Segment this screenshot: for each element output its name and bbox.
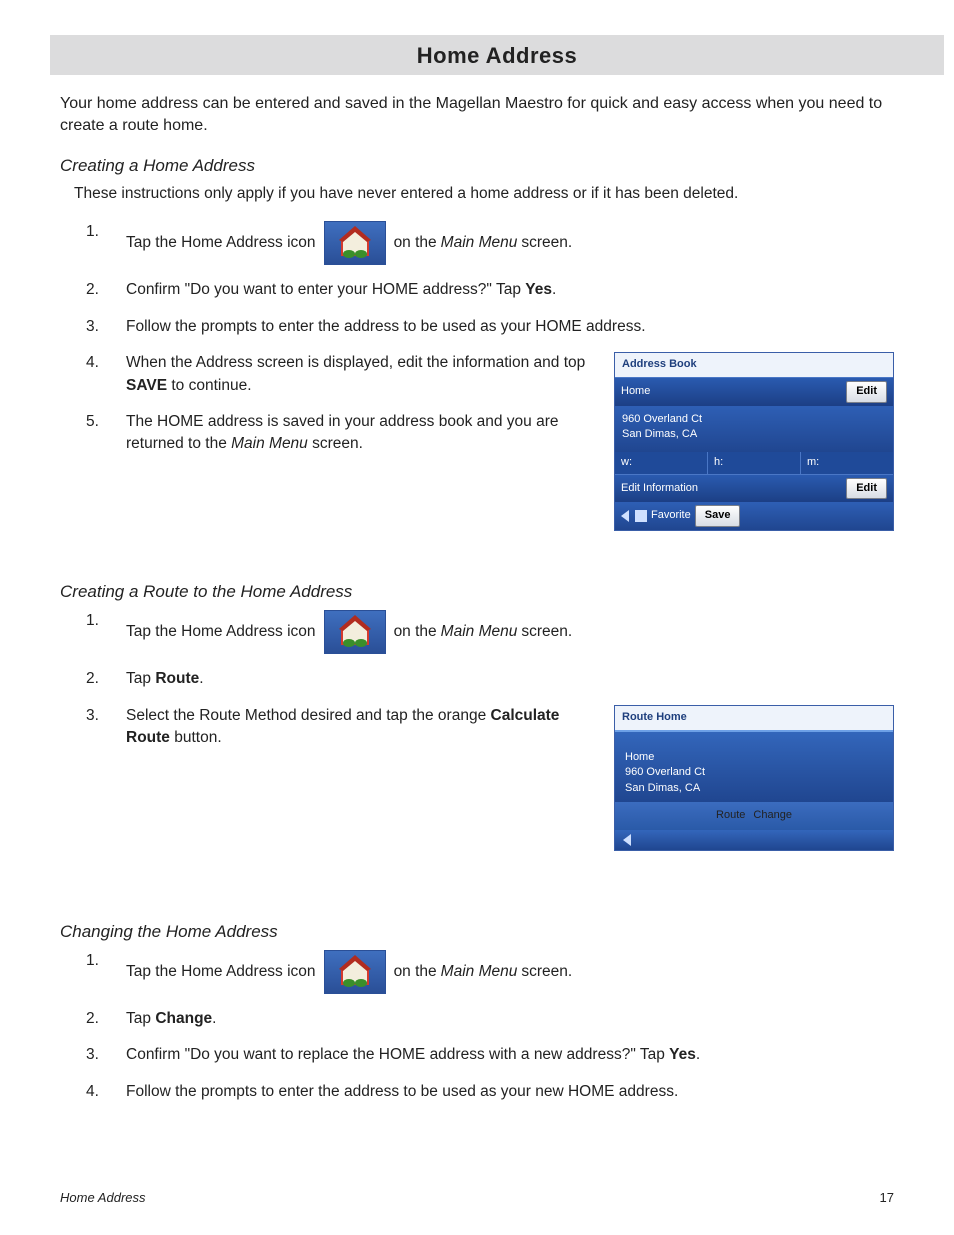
s1-step2-a: Confirm "Do you want to enter your HOME … xyxy=(126,281,525,298)
s1-step1-menu: Main Menu xyxy=(441,232,518,254)
s2-step2: Tap Route. xyxy=(86,668,894,690)
section-heading-route: Creating a Route to the Home Address xyxy=(60,582,894,602)
route-home-screenshot: Route Home Home 960 Overland Ct San Dima… xyxy=(614,705,894,851)
s2-step3-c: button. xyxy=(170,729,222,746)
shot2-back-icon[interactable] xyxy=(623,834,631,846)
s2-step1-a: Tap the Home Address icon xyxy=(126,621,316,643)
shot1-edit-button[interactable]: Edit xyxy=(846,381,887,403)
s3-step2-a: Tap xyxy=(126,1010,155,1027)
section1-note: These instructions only apply if you hav… xyxy=(74,184,894,205)
shot2-route-button[interactable]: Route xyxy=(716,808,745,824)
shot1-back-icon[interactable] xyxy=(621,510,629,522)
s2-step1-c: screen. xyxy=(521,621,572,643)
shot1-fav-checkbox[interactable] xyxy=(635,510,647,522)
s1-step1-text-b: on the xyxy=(394,232,437,254)
shot1-editinfo-label: Edit Information xyxy=(621,481,842,497)
section-heading-creating: Creating a Home Address xyxy=(60,156,894,176)
page-title: Home Address xyxy=(50,35,944,75)
s1-step5-menu: Main Menu xyxy=(231,435,308,452)
s3-step2-c: . xyxy=(212,1010,216,1027)
shot1-home-label: Home xyxy=(621,384,842,400)
s1-step2: Confirm "Do you want to enter your HOME … xyxy=(86,279,894,301)
s3-step1-a: Tap the Home Address icon xyxy=(126,961,316,983)
s2-step3: Route Home Home 960 Overland Ct San Dima… xyxy=(86,705,894,750)
intro-text: Your home address can be entered and sav… xyxy=(60,93,894,136)
s1-step1-text-c: screen. xyxy=(521,232,572,254)
home-address-icon xyxy=(324,610,386,654)
s1-step3: Follow the prompts to enter the address … xyxy=(86,316,894,338)
s3-step3-c: . xyxy=(696,1046,700,1063)
shot1-editinfo-button[interactable]: Edit xyxy=(846,478,887,500)
shot2-title: Route Home xyxy=(615,706,893,730)
s3-step2: Tap Change. xyxy=(86,1008,894,1030)
s3-step1-b: on the xyxy=(394,961,437,983)
s2-step1: Tap the Home Address icon on the Main Me… xyxy=(86,610,894,654)
shot1-title: Address Book xyxy=(615,353,893,377)
footer-section: Home Address xyxy=(60,1190,146,1205)
s3-step3: Confirm "Do you want to replace the HOME… xyxy=(86,1044,894,1066)
shot2-line2: 960 Overland Ct xyxy=(625,765,883,780)
s3-step1: Tap the Home Address icon on the Main Me… xyxy=(86,950,894,994)
s1-step4-c: to continue. xyxy=(167,377,251,394)
s3-step4: Follow the prompts to enter the address … xyxy=(86,1081,894,1103)
s2-step2-c: . xyxy=(199,670,203,687)
shot2-line1: Home xyxy=(625,750,883,765)
shot1-save-button[interactable]: Save xyxy=(695,505,741,527)
section-heading-change: Changing the Home Address xyxy=(60,922,894,942)
s1-step5-b: screen. xyxy=(308,435,363,452)
s3-step2-b: Change xyxy=(155,1010,212,1027)
s3-step3-a: Confirm "Do you want to replace the HOME… xyxy=(126,1046,669,1063)
shot2-change-button[interactable]: Change xyxy=(753,808,792,824)
home-address-icon xyxy=(324,950,386,994)
s2-step2-b: Route xyxy=(155,670,199,687)
s1-step2-b: Yes xyxy=(525,281,552,298)
home-address-icon xyxy=(324,221,386,265)
shot1-fav-label: Favorite xyxy=(651,508,691,524)
s1-step1-text-a: Tap the Home Address icon xyxy=(126,232,316,254)
s1-step1: Tap the Home Address icon on the Main Me… xyxy=(86,221,894,265)
s1-step5: The HOME address is saved in your addres… xyxy=(86,411,894,456)
s3-step3-b: Yes xyxy=(669,1046,696,1063)
s1-step4-a: When the Address screen is displayed, ed… xyxy=(126,354,585,371)
s3-step1-c: screen. xyxy=(521,961,572,983)
s3-step1-menu: Main Menu xyxy=(441,961,518,983)
s1-step4-b: SAVE xyxy=(126,377,167,394)
footer-page-number: 17 xyxy=(880,1190,894,1205)
s1-step2-c: . xyxy=(552,281,556,298)
s2-step1-b: on the xyxy=(394,621,437,643)
s1-step4: Address Book Home Edit 960 Overland Ct S… xyxy=(86,352,894,397)
s2-step2-a: Tap xyxy=(126,670,155,687)
s2-step3-a: Select the Route Method desired and tap … xyxy=(126,707,491,724)
s2-step1-menu: Main Menu xyxy=(441,621,518,643)
shot2-line3: San Dimas, CA xyxy=(625,781,883,796)
